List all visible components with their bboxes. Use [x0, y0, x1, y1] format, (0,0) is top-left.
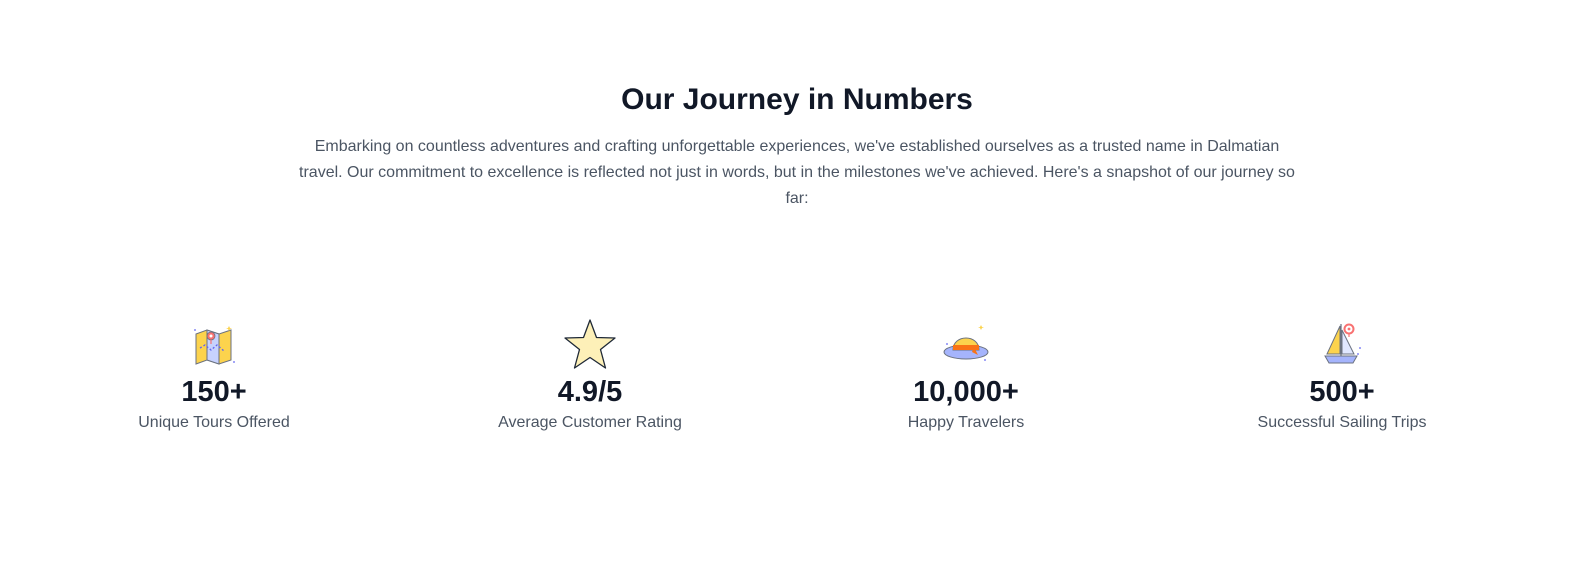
section-title: Our Journey in Numbers [621, 83, 973, 116]
stat-label: Successful Sailing Trips [1257, 414, 1427, 431]
stat-label: Average Customer Rating [498, 414, 682, 431]
stats-section: Our Journey in Numbers Embarking on coun… [0, 0, 1594, 574]
stat-label: Unique Tours Offered [138, 414, 290, 431]
star-icon [564, 319, 616, 369]
stat-item-sailing: 500+ Successful Sailing Trips [1192, 318, 1492, 434]
stat-value: 4.9/5 [557, 376, 623, 408]
stat-value: 500+ [1309, 376, 1375, 408]
stats-row: 150+ Unique Tours Offered 4.9/5 Average … [0, 318, 1594, 448]
stat-item-tours: 150+ Unique Tours Offered [64, 318, 364, 434]
folded-map-icon [194, 326, 235, 365]
stat-value: 150+ [181, 376, 247, 408]
stat-label: Happy Travelers [907, 414, 1025, 431]
stat-item-rating: 4.9/5 Average Customer Rating [440, 318, 740, 434]
stat-value: 10,000+ [913, 376, 1019, 408]
sailboat-icon [1324, 323, 1361, 364]
sun-hat-icon [943, 325, 989, 361]
stat-item-travelers: 10,000+ Happy Travelers [816, 318, 1116, 434]
section-intro: Embarking on countless adventures and cr… [299, 138, 1295, 207]
